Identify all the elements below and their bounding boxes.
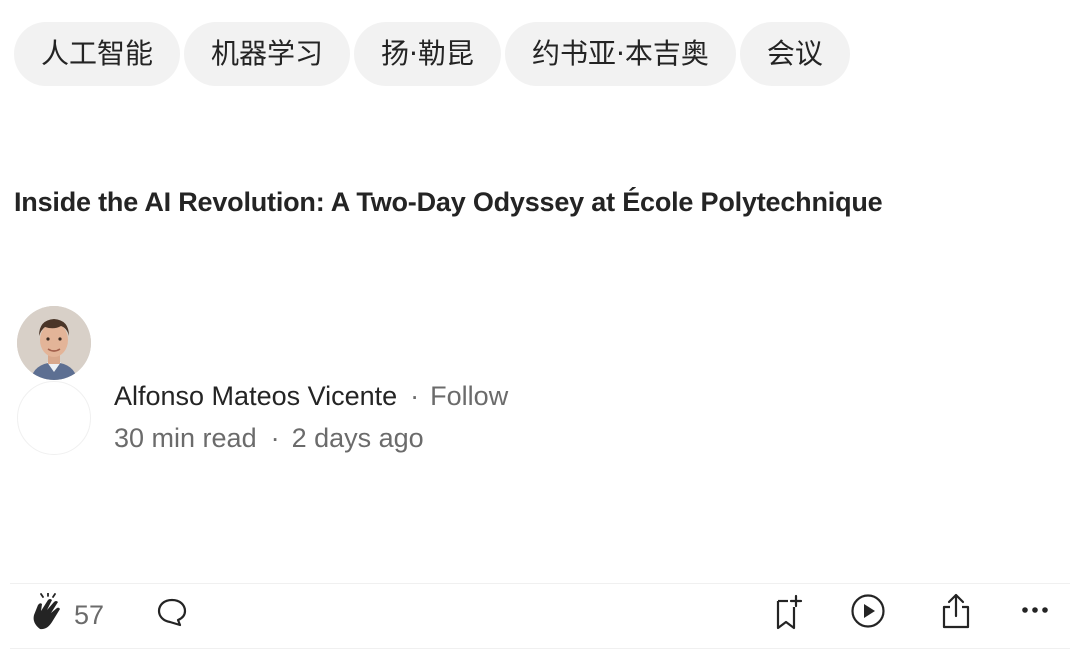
- author-name[interactable]: Alfonso Mateos Vicente: [114, 381, 397, 411]
- published-date: 2 days ago: [291, 423, 424, 453]
- separator-dot: ·: [270, 423, 280, 453]
- more-icon[interactable]: [1020, 598, 1050, 627]
- share-icon[interactable]: [940, 592, 972, 635]
- author-line: Alfonso Mateos Vicente · Follow: [114, 381, 508, 412]
- tag-yoshua-bengio[interactable]: 约书亚·本吉奥: [504, 22, 736, 86]
- article-meta: 30 min read · 2 days ago: [114, 423, 424, 454]
- tag-yann-lecun[interactable]: 扬·勒昆: [354, 22, 501, 86]
- article-title: Inside the AI Revolution: A Two-Day Odys…: [14, 187, 883, 217]
- article-action-bar: 57: [10, 583, 1070, 649]
- author-photo: [17, 306, 91, 380]
- tag-ai[interactable]: 人工智能: [14, 22, 181, 86]
- play-icon[interactable]: [850, 593, 886, 634]
- clap-count: 57: [74, 600, 105, 630]
- publication-avatar[interactable]: [17, 381, 91, 455]
- read-time: 30 min read: [114, 423, 257, 453]
- bookmark-add-icon[interactable]: [774, 593, 806, 636]
- separator-dot: ·: [410, 381, 420, 411]
- tag-list: 人工智能 机器学习 扬·勒昆 约书亚·本吉奥 会议: [14, 22, 850, 86]
- follow-button[interactable]: Follow: [430, 381, 508, 411]
- clap-icon[interactable]: [28, 592, 66, 638]
- author-avatar[interactable]: [17, 306, 91, 380]
- tag-machine-learning[interactable]: 机器学习: [184, 22, 351, 86]
- comment-icon[interactable]: [156, 596, 188, 633]
- tag-conference[interactable]: 会议: [739, 22, 850, 86]
